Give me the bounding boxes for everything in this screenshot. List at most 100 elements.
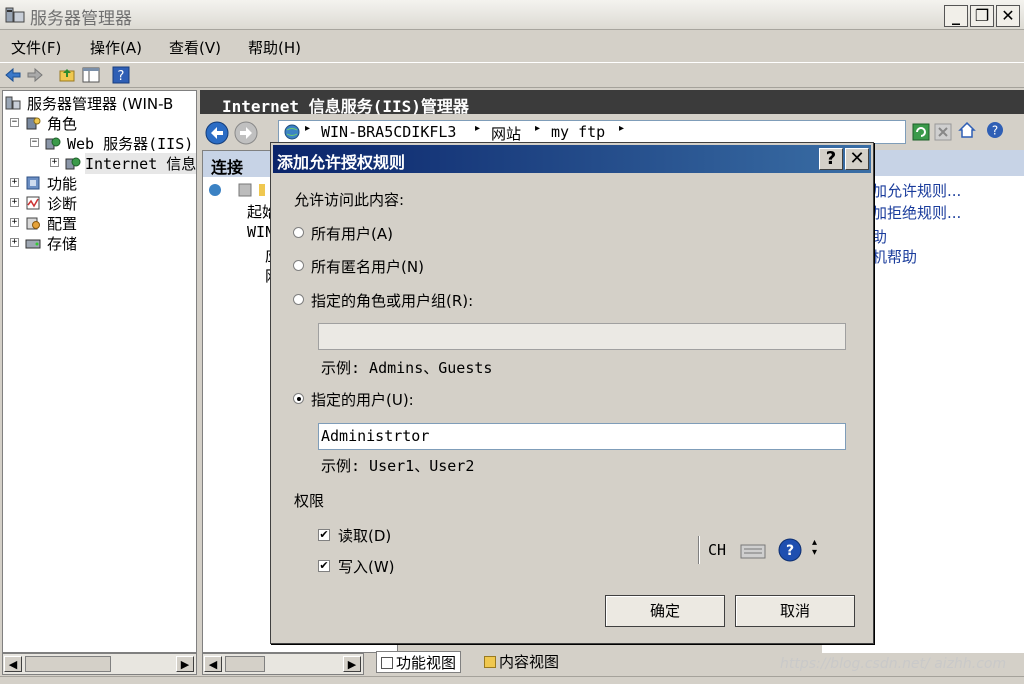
- tree-item-label: 存储: [47, 235, 78, 253]
- dialog-close-button[interactable]: ✕: [845, 148, 869, 170]
- roles-example: 示例: Admins、Guests: [321, 359, 493, 377]
- back-arrow-icon[interactable]: [4, 66, 22, 84]
- restore-button[interactable]: ❐: [970, 5, 994, 27]
- radio-anonymous-users[interactable]: [293, 260, 304, 271]
- tree-item-label: Internet 信息: [85, 153, 197, 174]
- checkbox-read-label[interactable]: 读取(D): [338, 525, 391, 546]
- users-input[interactable]: Administrtor: [318, 423, 846, 450]
- breadcrumb-sites[interactable]: 网站: [491, 123, 521, 144]
- radio-all-users-label[interactable]: 所有用户(A): [311, 223, 393, 244]
- svg-text:?: ?: [118, 69, 125, 84]
- forward-arrow-icon[interactable]: [26, 66, 44, 84]
- tab-features-view[interactable]: 功能视图: [376, 651, 462, 673]
- radio-roles-groups-label[interactable]: 指定的角色或用户组(R):: [311, 290, 473, 311]
- tree-item-label: 诊断: [47, 195, 78, 213]
- checkbox-write[interactable]: ✔: [318, 560, 330, 572]
- diagnostics-icon: [26, 196, 40, 210]
- expand-toggle[interactable]: +: [10, 238, 19, 247]
- keyboard-icon[interactable]: [740, 540, 766, 560]
- refresh-icon[interactable]: [912, 123, 930, 141]
- iis-title: Internet 信息服务(IIS)管理器: [222, 97, 469, 116]
- tree-item-label: 角色: [47, 115, 78, 133]
- iis-manager-icon: [65, 157, 81, 170]
- scroll-thumb[interactable]: [25, 656, 111, 672]
- collapse-toggle[interactable]: −: [10, 118, 19, 127]
- roles-icon: [26, 117, 41, 130]
- statusbar: [0, 676, 1024, 684]
- server-manager-icon: [5, 7, 25, 23]
- home-icon[interactable]: [958, 121, 976, 139]
- add-deny-rule-link[interactable]: 加拒绝规则...: [872, 202, 961, 223]
- menu-help[interactable]: 帮助(H): [248, 37, 301, 58]
- checkbox-write-label[interactable]: 写入(W): [338, 556, 395, 577]
- add-allow-rule-link[interactable]: 加允许规则...: [872, 180, 961, 201]
- collapse-toggle[interactable]: −: [30, 138, 39, 147]
- ime-language-indicator[interactable]: CH: [708, 541, 726, 559]
- help-link[interactable]: 助: [872, 226, 887, 247]
- roles-input[interactable]: [318, 323, 846, 350]
- navigation-tree: 服务器管理器 (WIN-B − 角色 − Web 服务器(IIS) + Inte…: [2, 90, 197, 653]
- cancel-button[interactable]: 取消: [735, 595, 855, 627]
- scroll-left-arrow-icon[interactable]: ◀: [4, 656, 22, 672]
- features-view-label: 功能视图: [396, 654, 457, 672]
- tree-horizontal-scrollbar[interactable]: ◀ ▶: [2, 653, 197, 675]
- permissions-label: 权限: [294, 492, 325, 510]
- online-help-link[interactable]: 机帮助: [872, 246, 917, 267]
- ime-divider: [698, 536, 700, 564]
- ime-help-icon[interactable]: ?: [778, 538, 802, 562]
- ime-language-bar: CH ? ▴ ▾: [698, 534, 824, 566]
- minimize-button[interactable]: _: [944, 5, 968, 27]
- scroll-right-arrow-icon[interactable]: ▶: [176, 656, 194, 672]
- up-folder-icon[interactable]: [58, 66, 76, 84]
- window-titlebar: 服务器管理器 _ ❐ ✕: [0, 0, 1024, 30]
- breadcrumb-separator: ▸: [619, 123, 625, 134]
- configuration-icon: [26, 217, 40, 230]
- stop-icon[interactable]: [934, 123, 952, 141]
- help-circle-icon[interactable]: ?: [986, 121, 1004, 139]
- radio-specific-users[interactable]: [293, 393, 304, 404]
- svg-text:?: ?: [786, 543, 794, 559]
- globe-icon: [284, 124, 300, 140]
- content-view-label: 内容视图: [499, 653, 560, 671]
- checkbox-read[interactable]: ✔: [318, 529, 330, 541]
- access-prompt: 允许访问此内容:: [294, 191, 405, 209]
- scroll-left-arrow-icon[interactable]: ◀: [204, 656, 222, 672]
- content-view-icon: [484, 656, 496, 668]
- tree-item-label: 功能: [47, 175, 78, 193]
- menubar: 文件(F) 操作(A) 查看(V) 帮助(H): [0, 31, 1024, 61]
- menu-view[interactable]: 查看(V): [169, 37, 221, 58]
- features-view-icon: [381, 657, 393, 669]
- menu-file[interactable]: 文件(F): [11, 37, 61, 58]
- expand-toggle[interactable]: +: [10, 178, 19, 187]
- radio-anonymous-users-label[interactable]: 所有匿名用户(N): [311, 256, 424, 277]
- dialog-help-button[interactable]: ?: [819, 148, 843, 170]
- breadcrumb-site[interactable]: my ftp: [551, 123, 605, 141]
- ok-button[interactable]: 确定: [605, 595, 725, 627]
- scroll-right-arrow-icon[interactable]: ▶: [343, 656, 361, 672]
- tab-content-view[interactable]: 内容视图: [480, 651, 563, 673]
- watermark: https://blog.csdn.net/ aizhh.com: [780, 656, 1007, 672]
- expand-toggle[interactable]: +: [10, 198, 19, 207]
- content-horizontal-scrollbar[interactable]: ◀ ▶: [202, 653, 364, 675]
- ime-options-arrow-icon[interactable]: ▴ ▾: [812, 538, 817, 558]
- toolbar: ?: [0, 62, 1024, 88]
- radio-all-users[interactable]: [293, 227, 304, 238]
- breadcrumb[interactable]: ▸ WIN-BRA5CDIKFL3 ▸ 网站 ▸ my ftp ▸: [278, 120, 906, 144]
- server-manager-icon: [5, 96, 21, 110]
- connections-toolbar-icon[interactable]: [207, 181, 265, 199]
- tree-item-label: Web 服务器(IIS): [67, 135, 194, 153]
- forward-circle-icon[interactable]: [234, 121, 258, 145]
- view-switcher: 功能视图 内容视图: [372, 651, 822, 673]
- menu-action[interactable]: 操作(A): [90, 37, 142, 58]
- breadcrumb-server[interactable]: WIN-BRA5CDIKFL3: [321, 123, 456, 141]
- show-hide-tree-icon[interactable]: [82, 66, 100, 84]
- expand-toggle[interactable]: +: [10, 218, 19, 227]
- help-icon[interactable]: ?: [112, 66, 130, 84]
- expand-toggle[interactable]: +: [50, 158, 59, 167]
- breadcrumb-separator: ▸: [475, 123, 481, 134]
- scroll-thumb[interactable]: [225, 656, 265, 672]
- radio-roles-groups[interactable]: [293, 294, 304, 305]
- radio-specific-users-label[interactable]: 指定的用户(U):: [311, 389, 414, 410]
- back-circle-icon[interactable]: [205, 121, 229, 145]
- close-window-button[interactable]: ✕: [996, 5, 1020, 27]
